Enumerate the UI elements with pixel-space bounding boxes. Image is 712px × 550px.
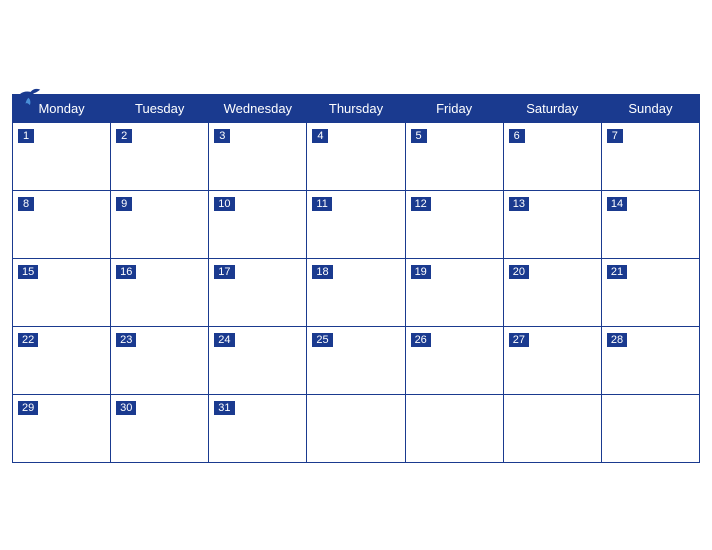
calendar-cell: 15 [13, 258, 111, 326]
week-row-1: 1 2 3 4 5 6 7 [13, 122, 700, 190]
weekday-header-saturday: Saturday [503, 94, 601, 122]
day-number: 30 [116, 401, 136, 415]
calendar-cell: 14 [601, 190, 699, 258]
day-number: 5 [411, 129, 427, 143]
day-number: 18 [312, 265, 332, 279]
day-number: 19 [411, 265, 431, 279]
calendar-table: MondayTuesdayWednesdayThursdayFridaySatu… [12, 94, 700, 463]
day-number: 20 [509, 265, 529, 279]
logo-bird-icon [12, 86, 42, 108]
calendar-cell: 3 [209, 122, 307, 190]
day-number: 14 [607, 197, 627, 211]
calendar-cell: 12 [405, 190, 503, 258]
day-number: 28 [607, 333, 627, 347]
day-number: 9 [116, 197, 132, 211]
calendar-cell: 11 [307, 190, 405, 258]
calendar-cell [405, 394, 503, 462]
calendar-cell [601, 394, 699, 462]
day-number: 8 [18, 197, 34, 211]
day-number: 31 [214, 401, 234, 415]
calendar-cell: 24 [209, 326, 307, 394]
day-number: 17 [214, 265, 234, 279]
day-number: 3 [214, 129, 230, 143]
calendar-cell: 25 [307, 326, 405, 394]
day-number: 2 [116, 129, 132, 143]
calendar-cell: 5 [405, 122, 503, 190]
calendar-cell: 30 [111, 394, 209, 462]
calendar-cell: 26 [405, 326, 503, 394]
day-number: 23 [116, 333, 136, 347]
week-row-4: 22 23 24 25 26 27 28 [13, 326, 700, 394]
calendar-cell: 27 [503, 326, 601, 394]
calendar-cell: 7 [601, 122, 699, 190]
calendar-cell: 16 [111, 258, 209, 326]
day-number: 11 [312, 197, 331, 211]
weekday-header-row: MondayTuesdayWednesdayThursdayFridaySatu… [13, 94, 700, 122]
week-row-3: 15 16 17 18 19 20 21 [13, 258, 700, 326]
day-number: 13 [509, 197, 529, 211]
logo-area [12, 86, 46, 108]
day-number: 27 [509, 333, 529, 347]
calendar-cell: 8 [13, 190, 111, 258]
weekday-header-thursday: Thursday [307, 94, 405, 122]
calendar-cell: 6 [503, 122, 601, 190]
calendar-cell: 22 [13, 326, 111, 394]
calendar-cell: 23 [111, 326, 209, 394]
day-number: 4 [312, 129, 328, 143]
calendar-cell [503, 394, 601, 462]
day-number: 1 [18, 129, 34, 143]
weekday-header-tuesday: Tuesday [111, 94, 209, 122]
day-number: 26 [411, 333, 431, 347]
calendar-cell: 18 [307, 258, 405, 326]
calendar-cell: 19 [405, 258, 503, 326]
calendar-cell: 20 [503, 258, 601, 326]
calendar-cell [307, 394, 405, 462]
day-number: 22 [18, 333, 38, 347]
day-number: 6 [509, 129, 525, 143]
weekday-header-wednesday: Wednesday [209, 94, 307, 122]
calendar-cell: 4 [307, 122, 405, 190]
day-number: 15 [18, 265, 38, 279]
day-number: 16 [116, 265, 136, 279]
weekday-header-sunday: Sunday [601, 94, 699, 122]
day-number: 12 [411, 197, 431, 211]
day-number: 24 [214, 333, 234, 347]
calendar-cell: 17 [209, 258, 307, 326]
logo-combined [12, 86, 46, 108]
calendar-thead: MondayTuesdayWednesdayThursdayFridaySatu… [13, 94, 700, 122]
day-number: 10 [214, 197, 234, 211]
day-number: 29 [18, 401, 38, 415]
calendar-cell: 1 [13, 122, 111, 190]
calendar-cell: 2 [111, 122, 209, 190]
calendar-wrapper: MondayTuesdayWednesdayThursdayFridaySatu… [0, 76, 712, 475]
calendar-cell: 10 [209, 190, 307, 258]
day-number: 25 [312, 333, 332, 347]
day-number: 7 [607, 129, 623, 143]
weekday-header-friday: Friday [405, 94, 503, 122]
day-number: 21 [607, 265, 627, 279]
calendar-cell: 9 [111, 190, 209, 258]
calendar-cell: 13 [503, 190, 601, 258]
week-row-5: 29 30 31 [13, 394, 700, 462]
week-row-2: 8 9 10 11 12 13 14 [13, 190, 700, 258]
calendar-cell: 21 [601, 258, 699, 326]
calendar-cell: 29 [13, 394, 111, 462]
calendar-cell: 28 [601, 326, 699, 394]
calendar-cell: 31 [209, 394, 307, 462]
calendar-tbody: 1234567891011121314151617181920212223242… [13, 122, 700, 462]
